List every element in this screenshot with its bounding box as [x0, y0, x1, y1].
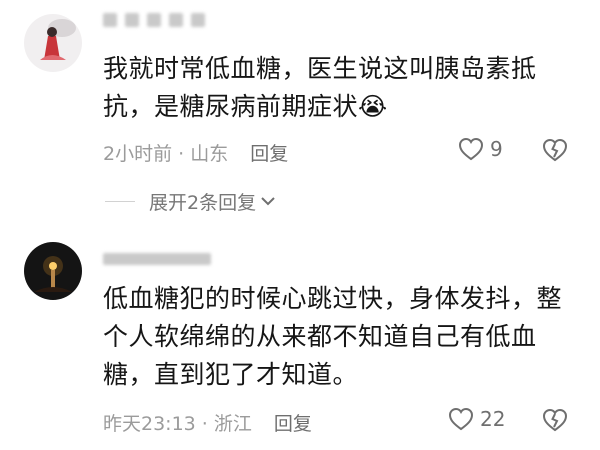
like-button[interactable]: 22 [448, 407, 505, 431]
avatar[interactable] [24, 242, 82, 300]
comment-text: 我就时常低血糖，医生说这叫胰岛素抵抗，是糖尿病前期症状😭 [103, 54, 537, 121]
dislike-button[interactable] [542, 138, 568, 162]
like-button[interactable]: 9 [458, 137, 503, 161]
time-location: 2小时前 · 山东 [103, 142, 229, 165]
expand-replies-label: 展开2条回复 [149, 191, 257, 214]
like-count: 22 [480, 407, 506, 431]
reply-button[interactable]: 回复 [274, 409, 312, 436]
expand-replies-button[interactable]: 展开2条回复 [105, 189, 276, 214]
heart-outline-icon [448, 407, 474, 431]
username[interactable] [103, 13, 205, 27]
comment-text: 低血糖犯的时候心跳过快，身体发抖，整个人软绵绵的从来都不知道自己有低血糖，直到犯… [103, 284, 563, 389]
avatar[interactable] [24, 14, 82, 72]
chevron-down-icon [260, 190, 276, 212]
heart-outline-icon [458, 137, 484, 161]
comment-meta: 2小时前 · 山东 回复 [103, 139, 288, 166]
dislike-button[interactable] [542, 408, 568, 432]
comment-meta: 昨天23:13 · 浙江 回复 [103, 409, 312, 436]
broken-heart-outline-icon [542, 138, 568, 162]
comment-item: 我就时常低血糖，医生说这叫胰岛素抵抗，是糖尿病前期症状😭 2小时前 · 山东 回… [0, 0, 600, 230]
time-location: 昨天23:13 · 浙江 [103, 412, 252, 435]
reply-button[interactable]: 回复 [250, 139, 288, 166]
username[interactable] [103, 252, 211, 266]
divider [105, 200, 135, 202]
broken-heart-outline-icon [542, 408, 568, 432]
comment-item: 低血糖犯的时候心跳过快，身体发抖，整个人软绵绵的从来都不知道自己有低血糖，直到犯… [0, 230, 600, 450]
like-count: 9 [490, 137, 503, 161]
